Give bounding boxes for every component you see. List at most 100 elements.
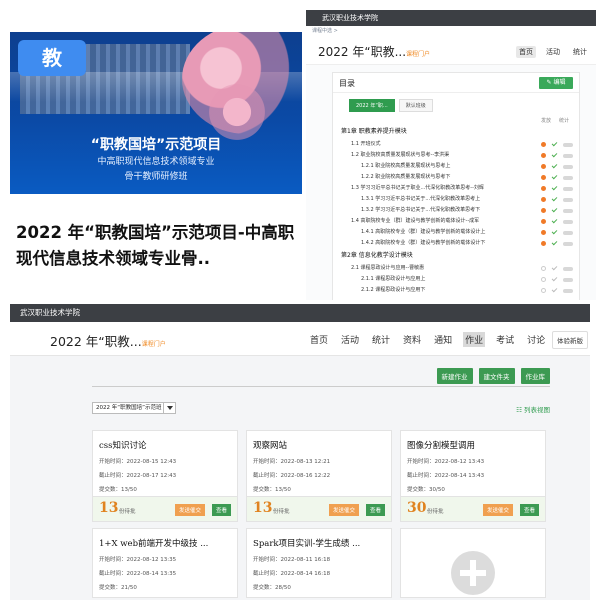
- release-dot-icon[interactable]: [541, 186, 546, 191]
- nav-item[interactable]: 通知: [432, 332, 454, 347]
- nav-item[interactable]: 考试: [494, 332, 516, 347]
- list-item[interactable]: 2.1 课程思政设计与应用--曹敏惠: [333, 263, 581, 274]
- urge-submit-button[interactable]: 发送催交: [328, 504, 359, 516]
- toggle-switch[interactable]: [563, 241, 573, 246]
- list-item[interactable]: 1.4.1 高职院校专业（群）建设与教学创新的载体设计上: [333, 227, 581, 238]
- nav-item[interactable]: 活动: [339, 332, 361, 347]
- nav-item[interactable]: 首页: [516, 46, 536, 58]
- course-portal-link[interactable]: 课程门户: [142, 341, 166, 348]
- nav-item[interactable]: 统计: [570, 46, 590, 58]
- release-dot-icon[interactable]: [541, 219, 546, 224]
- submit-count-label: 提交数：: [253, 487, 276, 493]
- new-homework-button[interactable]: 新建作业: [436, 368, 473, 384]
- homework-card[interactable]: Spark项目实训-学生成绩 ... 开始时间：2022-08-11 16:18 截…: [246, 528, 392, 598]
- class-select[interactable]: 2022 年“职教国培”示范班: [92, 402, 176, 414]
- view-button[interactable]: 查看: [365, 504, 385, 516]
- urge-submit-button[interactable]: 发送催交: [482, 504, 513, 516]
- row-title: 2.1.2 课程思政设计与应用下: [361, 287, 426, 293]
- nav-item[interactable]: 作业: [463, 332, 486, 347]
- toggle-switch[interactable]: [563, 230, 573, 235]
- toggle-switch[interactable]: [563, 186, 573, 191]
- edit-button[interactable]: ✎ 编辑: [539, 77, 573, 89]
- release-dot-icon[interactable]: [541, 197, 546, 202]
- homework-card[interactable]: 观察网站 开始时间：2022-08-13 12:21 截止时间：2022-08-16…: [246, 430, 392, 522]
- start-time: 开始时间：2022-08-12 13:43: [407, 457, 484, 465]
- list-view-toggle[interactable]: ☷ 列表视图: [516, 404, 550, 414]
- toggle-switch[interactable]: [563, 175, 573, 180]
- catalog-panel: 目录 ✎ 编辑 2022 年“职... 默认班级 发放 统计 第1章 职教素养提…: [332, 72, 580, 300]
- check-icon: [551, 140, 558, 147]
- list-item[interactable]: 1.3.2 学习习近平总书记关于...代深化职教改革思考下: [333, 205, 581, 216]
- toggle-switch[interactable]: [563, 153, 573, 158]
- toggle-switch[interactable]: [563, 197, 573, 202]
- promo-title[interactable]: 2022 年“职教国培”示范项目-中高职现代信息技术领域专业骨..: [16, 220, 306, 272]
- toggle-switch[interactable]: [563, 277, 573, 282]
- panel-label: 目录: [339, 79, 355, 88]
- release-dot-icon[interactable]: [541, 153, 546, 158]
- list-item[interactable]: 1.4.2 高职院校专业（群）建设与教学创新的载体设计下: [333, 238, 581, 249]
- nav-item[interactable]: 统计: [370, 332, 392, 347]
- view-button[interactable]: 查看: [211, 504, 231, 516]
- try-new-version-button[interactable]: 体验新版: [552, 331, 588, 349]
- release-dot-icon[interactable]: [541, 277, 546, 282]
- toggle-switch[interactable]: [563, 288, 573, 293]
- list-item[interactable]: 1.2 职业院校高质量发展现状与思考--李洪渠: [333, 150, 581, 161]
- end-time-label: 截止时间：: [99, 571, 127, 577]
- release-dot-icon[interactable]: [541, 230, 546, 235]
- banner-subtitle-2: 骨干教师研修班: [124, 172, 188, 182]
- urge-submit-button[interactable]: 发送催交: [174, 504, 205, 516]
- list-item[interactable]: 1.4 高职院校专业（群）建设与教学创新的载体设计--成军: [333, 216, 581, 227]
- nav-item[interactable]: 活动: [543, 46, 563, 58]
- tab-default-class[interactable]: 默认班级: [398, 99, 433, 112]
- release-dot-icon[interactable]: [541, 241, 546, 246]
- row-title: 1.1 开班仪式: [351, 141, 381, 147]
- panel-header: 目录 ✎ 编辑: [333, 73, 579, 93]
- toggle-switch[interactable]: [563, 142, 573, 147]
- toggle-switch[interactable]: [563, 266, 573, 271]
- nav-item[interactable]: 讨论: [525, 332, 547, 347]
- release-dot-icon[interactable]: [541, 142, 546, 147]
- list-item[interactable]: 1.3.1 学习习近平总书记关于...代深化职教改革思考上: [333, 194, 581, 205]
- homework-name[interactable]: Spark项目实训-学生成绩 ...: [253, 537, 360, 549]
- list-item[interactable]: 1.2.1 职业院校高质量发展现状与思考上: [333, 161, 581, 172]
- course-portal-link[interactable]: 课程门户: [406, 51, 430, 58]
- homework-card[interactable]: 1+X web前端开发中级技 ... 开始时间：2022-08-12 13:35 截…: [92, 528, 238, 598]
- view-button[interactable]: 查看: [519, 504, 539, 516]
- tab-course[interactable]: 2022 年“职...: [349, 99, 395, 112]
- add-icon[interactable]: [451, 551, 495, 595]
- homework-name[interactable]: 图像分割模型调用: [407, 439, 475, 451]
- release-dot-icon[interactable]: [541, 288, 546, 293]
- release-dot-icon[interactable]: [541, 175, 546, 180]
- toggle-switch[interactable]: [563, 208, 573, 213]
- check-icon: [551, 275, 558, 282]
- homework-card[interactable]: css知识讨论 开始时间：2022-08-15 12:43 截止时间：2022-08…: [92, 430, 238, 522]
- homework-card[interactable]: 图像分割模型调用 开始时间：2022-08-12 13:43 截止时间：2022-0…: [400, 430, 546, 522]
- promo-card[interactable]: 教 “职教国培”示范项目 中高职现代信息技术领域专业 骨干教师研修班 2022 …: [10, 32, 302, 276]
- pending-label: 份待批: [273, 509, 290, 515]
- chevron-down-icon[interactable]: [163, 403, 175, 413]
- toggle-switch[interactable]: [563, 164, 573, 169]
- homework-name[interactable]: 1+X web前端开发中级技 ...: [99, 537, 208, 549]
- list-item[interactable]: 1.3 学习习近平总书记关于职业...代深化职教改革思考--刘辉: [333, 183, 581, 194]
- breadcrumb[interactable]: 课程中选 >: [306, 26, 596, 37]
- release-dot-icon[interactable]: [541, 164, 546, 169]
- list-item[interactable]: 1.2.2 职业院校高质量发展现状与思考下: [333, 172, 581, 183]
- nav-item[interactable]: 首页: [308, 332, 330, 347]
- chapter-heading[interactable]: 第2章 信息化教学设计模块: [333, 249, 581, 263]
- homework-library-button[interactable]: 作业库: [520, 368, 550, 384]
- list-item[interactable]: 1.1 开班仪式: [333, 139, 581, 150]
- release-dot-icon[interactable]: [541, 266, 546, 271]
- new-folder-button[interactable]: 建文件夹: [478, 368, 515, 384]
- add-homework-card[interactable]: [400, 528, 546, 598]
- toggle-switch[interactable]: [563, 219, 573, 224]
- release-dot-icon[interactable]: [541, 208, 546, 213]
- submit-count-value: 21/50: [121, 585, 137, 591]
- nav-item[interactable]: 资料: [401, 332, 423, 347]
- chapter-heading[interactable]: 第1章 职教素养提升模块: [333, 125, 581, 139]
- homework-name[interactable]: css知识讨论: [99, 439, 147, 451]
- list-item[interactable]: 2.1.1 课程思政设计与应用上: [333, 274, 581, 285]
- row-status: [541, 173, 573, 180]
- row-title: 第2章 信息化教学设计模块: [341, 252, 413, 259]
- homework-name[interactable]: 观察网站: [253, 439, 287, 451]
- list-item[interactable]: 2.1.2 课程思政设计与应用下: [333, 285, 581, 296]
